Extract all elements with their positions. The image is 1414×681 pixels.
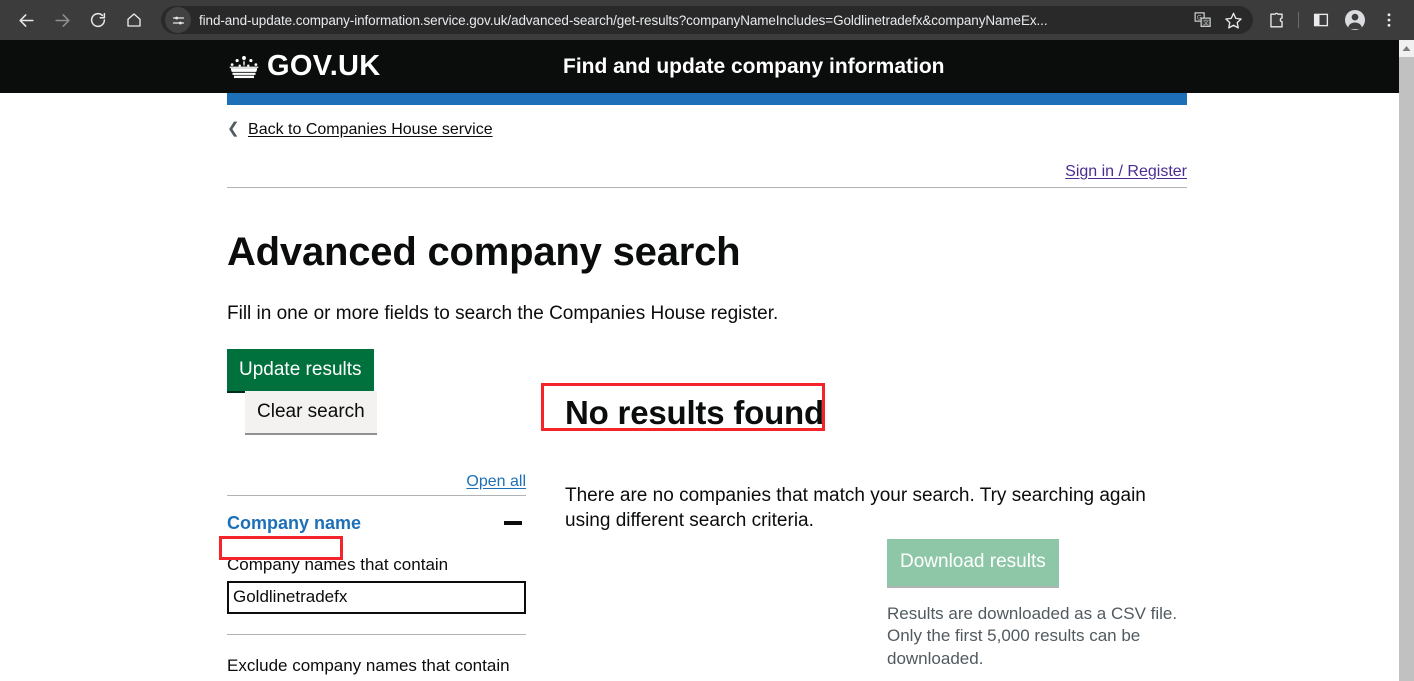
sign-in-row: Sign in / Register [227,143,1187,188]
scrollbar-thumb[interactable] [1399,57,1414,681]
page-scrollbar[interactable] [1399,40,1414,681]
search-form-column: Update results Clear search Open all Com… [227,348,526,681]
profile-button[interactable] [1340,5,1370,35]
arrow-left-icon [18,13,34,27]
scrollbar-up-arrow[interactable] [1399,40,1414,57]
accordion-section-company-name[interactable]: Company name [227,496,526,534]
extensions-button[interactable] [1261,5,1291,35]
service-name: Find and update company information [563,55,945,78]
forward-button[interactable] [47,5,77,35]
back-button[interactable] [11,5,41,35]
open-all-row: Open all [227,473,526,496]
update-results-button[interactable]: Update results [227,348,374,391]
reload-button[interactable] [83,5,113,35]
arrow-right-icon [54,13,70,27]
sliders-icon [172,16,184,24]
toolbar-divider [1298,12,1299,28]
open-all-link[interactable]: Open all [466,473,526,490]
download-caption-text: Results are downloaded as a CSV file. On… [887,603,1178,669]
accordion-section-title: Company name [227,512,362,533]
page-viewport: GOV.UK Find and update company informati… [0,40,1414,681]
sign-in-register-link[interactable]: Sign in / Register [1065,163,1187,180]
reload-icon [90,12,106,28]
three-dot-menu-icon [1387,13,1391,27]
minus-icon[interactable] [504,521,522,526]
form-divider [227,633,526,635]
govuk-logo-link[interactable]: GOV.UK [227,50,381,84]
extensions-puzzle-icon [1269,12,1283,28]
form-group-company-names-exclude: Exclude company names that contain [227,656,526,681]
form-actions: Update results Clear search [227,348,526,433]
no-results-heading: No results found [565,393,824,431]
profile-avatar-icon [1345,10,1365,30]
home-icon [127,13,141,27]
govuk-header: GOV.UK Find and update company informati… [0,40,1414,93]
clear-search-button[interactable]: Clear search [245,390,377,433]
company-names-include-input[interactable] [227,580,526,614]
no-results-body-text: There are no companies that match your s… [565,484,1146,531]
govuk-logo-text: GOV.UK [267,49,381,82]
results-column: No results found There are no companies … [557,349,1187,681]
side-panel-button[interactable] [1306,5,1336,35]
address-bar[interactable]: find-and-update.company-information.serv… [161,6,1253,34]
bookmark-star-icon[interactable] [1219,6,1247,34]
person-glyph-icon [1347,13,1363,30]
chevron-left-icon: ❮ [227,120,240,137]
side-panel-icon [1313,13,1329,27]
download-results-button[interactable]: Download results [887,538,1059,586]
search-layout: Update results Clear search Open all Com… [227,348,1187,681]
back-link-row: ❮ Back to Companies House service [227,105,1187,143]
company-names-include-label: Company names that contain [227,554,449,574]
no-results-heading-wrap: No results found [565,394,824,432]
chrome-menu-button[interactable] [1374,5,1404,35]
translate-icon[interactable]: G 文 [1189,6,1217,34]
company-names-exclude-label: Exclude company names that contain [227,655,510,675]
browser-toolbar: find-and-update.company-information.serv… [0,0,1414,40]
form-group-company-names-include: Company names that contain [227,555,526,614]
url-text[interactable]: find-and-update.company-information.serv… [191,13,1187,28]
service-blue-band [227,93,1187,105]
page-title: Advanced company search [227,230,741,274]
star-icon [1224,12,1242,29]
page-intro-text: Fill in one or more fields to search the… [227,303,779,324]
column-gap [526,349,557,681]
site-settings-icon[interactable] [165,7,191,33]
page-content: ❮ Back to Companies House service Sign i… [227,105,1187,681]
govuk-crown-icon [229,55,259,78]
home-button[interactable] [119,5,149,35]
browser-actions [1259,5,1406,35]
caret-up-icon [1402,46,1411,51]
back-to-companies-house-link[interactable]: Back to Companies House service [248,121,493,138]
translate-glyph-icon: G 文 [1194,12,1211,27]
download-block: Download results Results are downloaded … [887,538,1207,681]
